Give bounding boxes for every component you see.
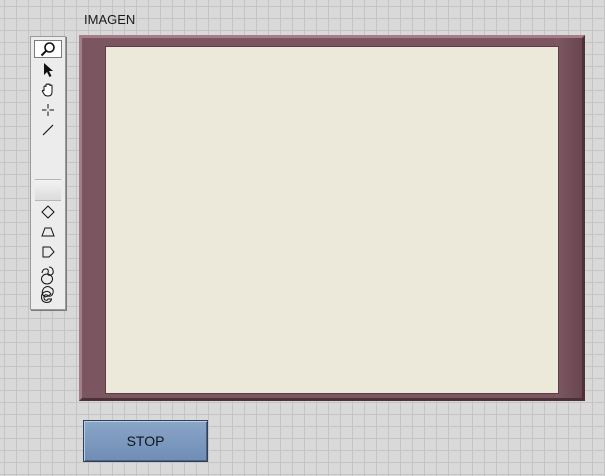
roi-tool-palette bbox=[30, 36, 66, 310]
image-display-frame bbox=[79, 35, 585, 401]
line-tool[interactable] bbox=[34, 121, 62, 139]
annulus-sector-tool[interactable] bbox=[34, 223, 62, 241]
rotated-rectangle-tool[interactable] bbox=[34, 203, 62, 221]
oval-icon bbox=[41, 273, 53, 285]
crosshair-point-icon bbox=[42, 104, 54, 116]
image-display-canvas[interactable] bbox=[105, 46, 559, 394]
palette-lower-tools bbox=[33, 270, 61, 306]
line-icon bbox=[42, 124, 54, 136]
polygon-tool[interactable] bbox=[34, 243, 62, 261]
palette-separator bbox=[35, 179, 61, 201]
point-tool[interactable] bbox=[34, 101, 62, 119]
annulus-sector-icon bbox=[41, 227, 55, 237]
pan-tool[interactable] bbox=[34, 81, 62, 99]
annulus-icon bbox=[40, 290, 53, 304]
pan-hand-icon bbox=[41, 83, 53, 97]
pointer-tool[interactable] bbox=[34, 61, 62, 79]
stop-button[interactable]: STOP bbox=[83, 420, 208, 462]
image-display-label: IMAGEN bbox=[84, 12, 136, 27]
oval-tool[interactable] bbox=[33, 270, 61, 288]
frame-scrollbar-area bbox=[556, 38, 582, 398]
polygon-icon bbox=[42, 246, 55, 258]
zoom-icon bbox=[40, 42, 55, 57]
annulus-tool[interactable] bbox=[33, 288, 61, 306]
zoom-tool[interactable] bbox=[34, 40, 62, 58]
rotated-rectangle-icon bbox=[41, 205, 55, 219]
pointer-icon bbox=[44, 63, 53, 77]
